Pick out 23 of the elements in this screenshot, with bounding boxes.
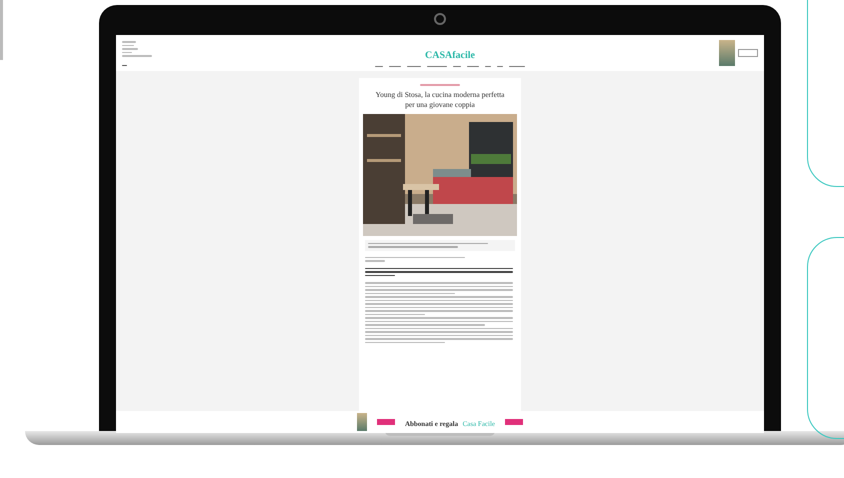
- nav-link[interactable]: [427, 66, 447, 67]
- camera-icon: [434, 13, 446, 25]
- site-logo[interactable]: CASAfacile: [425, 50, 475, 60]
- text-line: [122, 48, 138, 50]
- subscribe-button[interactable]: [505, 419, 524, 425]
- text-line: [122, 55, 152, 56]
- magazine-cover: [356, 413, 367, 431]
- text-line: [365, 314, 425, 315]
- nav-link[interactable]: [375, 66, 383, 67]
- nav-link[interactable]: [467, 66, 479, 67]
- subscribe-button[interactable]: [738, 49, 758, 57]
- text-line: [365, 260, 385, 262]
- nav-link[interactable]: [453, 66, 461, 67]
- text-line: [122, 64, 127, 66]
- magazine-cover: [719, 40, 735, 66]
- nav-link[interactable]: [389, 66, 401, 67]
- text-line: [365, 274, 395, 276]
- text-line: [122, 44, 134, 46]
- offer-badge[interactable]: [376, 419, 395, 425]
- nav-link[interactable]: [509, 66, 525, 67]
- text-line: [122, 52, 132, 53]
- text-line: [122, 41, 136, 42]
- nav-link[interactable]: [407, 66, 421, 67]
